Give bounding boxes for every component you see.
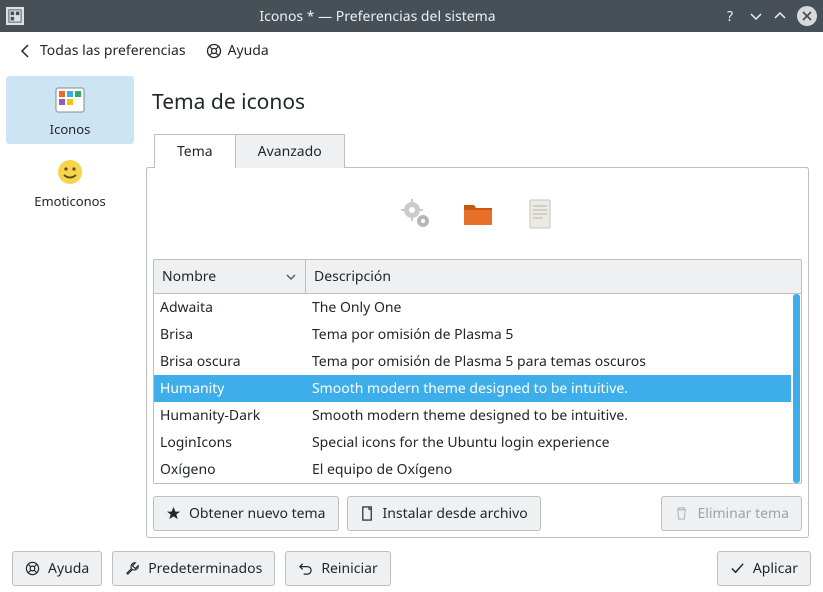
- theme-preview: [147, 167, 808, 259]
- table-row[interactable]: HumanitySmooth modern theme designed to …: [154, 375, 791, 402]
- main-area: Iconos Emoticonos Tema de iconos Tema Av…: [0, 70, 823, 544]
- install-from-file-button[interactable]: Instalar desde archivo: [347, 496, 541, 531]
- help-button[interactable]: Ayuda: [12, 551, 102, 586]
- chevron-left-icon: [18, 43, 34, 59]
- cell-name: Oxígeno: [154, 456, 306, 483]
- column-header-desc[interactable]: Descripción: [306, 260, 801, 293]
- folder-icon: [461, 197, 495, 231]
- check-icon: [730, 561, 745, 576]
- breadcrumb-back-label: Todas las preferencias: [40, 41, 186, 60]
- cell-desc: Special icons for the Ubuntu login exper…: [306, 429, 791, 456]
- minimize-icon[interactable]: [749, 9, 763, 23]
- tab-advanced[interactable]: Avanzado: [235, 134, 345, 168]
- cell-desc: Smooth modern theme designed to be intui…: [306, 402, 791, 429]
- cell-name: Adwaita: [154, 294, 306, 321]
- cell-desc: Smooth modern theme designed to be intui…: [306, 375, 791, 402]
- table-row[interactable]: AdwaitaThe Only One: [154, 294, 791, 321]
- cell-name: Brisa: [154, 321, 306, 348]
- gears-icon: [399, 197, 433, 231]
- sidebar-item-label: Iconos: [50, 120, 91, 138]
- svg-text:?: ?: [727, 8, 733, 24]
- cell-desc: El equipo de Oxígeno: [306, 456, 791, 483]
- breadcrumb: Todas las preferencias Ayuda: [0, 32, 823, 70]
- table-row[interactable]: BrisaTema por omisión de Plasma 5: [154, 321, 791, 348]
- cell-desc: Tema por omisión de Plasma 5: [306, 321, 791, 348]
- wrench-icon: [125, 561, 140, 576]
- breadcrumb-help[interactable]: Ayuda: [206, 41, 269, 60]
- smiley-icon: [54, 156, 86, 188]
- document-icon: [360, 506, 375, 521]
- table-row[interactable]: Humanity-DarkSmooth modern theme designe…: [154, 402, 791, 429]
- lifebuoy-icon: [206, 43, 222, 59]
- trash-icon: [674, 506, 689, 521]
- undo-icon: [298, 561, 313, 576]
- cell-desc: Tema por omisión de Plasma 5 para temas …: [306, 348, 791, 375]
- close-icon[interactable]: [797, 6, 817, 26]
- cell-desc: The Only One: [306, 294, 791, 321]
- sidebar: Iconos Emoticonos: [0, 70, 140, 544]
- get-new-theme-button[interactable]: Obtener nuevo tema: [153, 496, 339, 531]
- button-label: Reiniciar: [321, 559, 377, 578]
- column-label: Descripción: [314, 267, 391, 286]
- tab-content: Nombre Descripción AdwaitaThe Only OneBr…: [146, 167, 809, 538]
- page-title: Tema de iconos: [152, 88, 809, 116]
- button-label: Obtener nuevo tema: [189, 504, 326, 523]
- sidebar-item-emoticons[interactable]: Emoticonos: [6, 148, 134, 216]
- defaults-button[interactable]: Predeterminados: [112, 551, 275, 586]
- back-all-preferences[interactable]: Todas las preferencias: [18, 41, 186, 60]
- button-label: Aplicar: [753, 559, 798, 578]
- chevron-down-icon: [285, 271, 297, 283]
- help-icon[interactable]: ?: [723, 8, 739, 24]
- window-controls: ?: [723, 6, 817, 26]
- table-row[interactable]: LoginIconsSpecial icons for the Ubuntu l…: [154, 429, 791, 456]
- maximize-icon[interactable]: [773, 9, 787, 23]
- window-title: Iconos * — Preferencias del sistema: [32, 7, 723, 26]
- table-row[interactable]: OxígenoEl equipo de Oxígeno: [154, 456, 791, 483]
- tab-theme[interactable]: Tema: [154, 134, 236, 168]
- table-body[interactable]: AdwaitaThe Only OneBrisaTema por omisión…: [154, 294, 801, 483]
- table-row[interactable]: Brisa oscuraTema por omisión de Plasma 5…: [154, 348, 791, 375]
- button-label: Eliminar tema: [697, 504, 789, 523]
- apply-button[interactable]: Aplicar: [717, 551, 811, 586]
- tabs: Tema Avanzado: [146, 134, 809, 168]
- tab-label: Avanzado: [258, 142, 322, 161]
- table-header: Nombre Descripción: [154, 260, 801, 294]
- theme-table: Nombre Descripción AdwaitaThe Only OneBr…: [153, 259, 802, 484]
- theme-actions: Obtener nuevo tema Instalar desde archiv…: [147, 490, 808, 537]
- scrollbar[interactable]: [793, 294, 800, 483]
- cell-name: Brisa oscura: [154, 348, 306, 375]
- reset-button[interactable]: Reiniciar: [285, 551, 390, 586]
- button-label: Instalar desde archivo: [383, 504, 528, 523]
- sidebar-item-icons[interactable]: Iconos: [6, 76, 134, 144]
- document-icon: [523, 197, 557, 231]
- star-icon: [166, 506, 181, 521]
- cell-name: Humanity-Dark: [154, 402, 306, 429]
- breadcrumb-help-label: Ayuda: [228, 41, 269, 60]
- dialog-footer: Ayuda Predeterminados Reiniciar Aplicar: [0, 544, 823, 592]
- cell-name: Humanity: [154, 375, 306, 402]
- button-label: Ayuda: [48, 559, 89, 578]
- column-header-name[interactable]: Nombre: [154, 260, 306, 293]
- content-pane: Tema de iconos Tema Avanzado: [140, 70, 823, 544]
- cell-name: LoginIcons: [154, 429, 306, 456]
- icons-theme-icon: [54, 84, 86, 116]
- sidebar-item-label: Emoticonos: [34, 192, 106, 210]
- app-icon: [6, 7, 24, 25]
- remove-theme-button: Eliminar tema: [661, 496, 802, 531]
- tab-label: Tema: [177, 142, 213, 161]
- button-label: Predeterminados: [148, 559, 262, 578]
- lifebuoy-icon: [25, 561, 40, 576]
- column-label: Nombre: [162, 267, 216, 286]
- titlebar: Iconos * — Preferencias del sistema ?: [0, 0, 823, 32]
